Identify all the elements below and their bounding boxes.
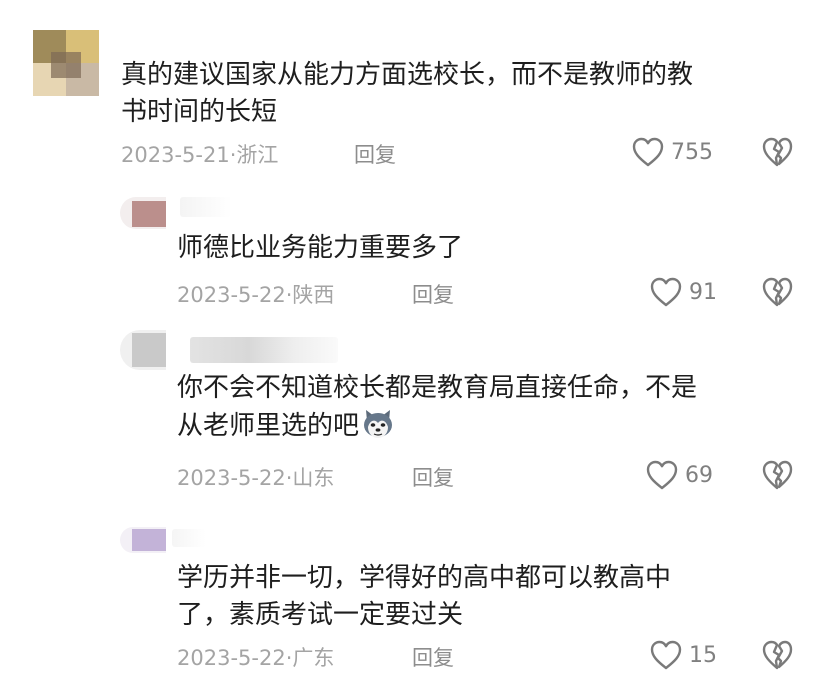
heart-outline-icon (631, 136, 665, 168)
broken-heart-icon (761, 459, 793, 491)
comment-text-line: 师德比业务能力重要多了 (177, 233, 464, 263)
dislike-button[interactable] (761, 459, 793, 491)
reply-button[interactable]: 回复 (354, 139, 396, 169)
heart-outline-icon (645, 459, 679, 491)
comment-location: 浙江 (236, 143, 279, 167)
avatar[interactable] (120, 527, 166, 553)
broken-heart-icon (761, 136, 793, 168)
comment-meta: 2023-5-22·广东 (177, 642, 334, 672)
username-redacted[interactable] (180, 197, 232, 217)
comment-text: 真的建议国家从能力方面选校长，而不是教师的教 书时间的长短 (121, 57, 693, 131)
comment-text-line: 从老师里选的吧 (177, 411, 360, 441)
like-button[interactable]: 15 (649, 639, 717, 671)
like-button[interactable]: 755 (631, 136, 713, 168)
husky-dog-emoji (361, 407, 395, 441)
comment-text: 你不会不知道校长都是教育局直接任命，不是 从老师里选的吧 (177, 370, 697, 445)
comment-meta: 2023-5-21·浙江 (121, 139, 278, 169)
like-count: 91 (689, 279, 717, 305)
comment-2: 师德比业务能力重要多了 2023-5-22·陕西 回复 91 (0, 185, 827, 325)
comment-location: 山东 (292, 466, 335, 490)
like-count: 755 (671, 139, 713, 165)
comment-text-line: 你不会不知道校长都是教育局直接任命，不是 (177, 373, 698, 403)
broken-heart-icon (761, 276, 793, 308)
comment-4: 学历并非一切，学得好的高中都可以教高中 了，素质考试一定要过关 2023-5-2… (0, 505, 827, 683)
heart-outline-icon (649, 276, 683, 308)
like-button[interactable]: 91 (649, 276, 717, 308)
username-redacted[interactable] (172, 529, 206, 547)
comment-location: 广东 (292, 646, 335, 670)
comment-meta: 2023-5-22·山东 (177, 462, 334, 492)
comment-date: 2023-5-22 (177, 283, 286, 307)
comment-1: 真的建议国家从能力方面选校长，而不是教师的教 书时间的长短 2023-5-21·… (0, 0, 827, 185)
heart-outline-icon (649, 639, 683, 671)
like-count: 15 (689, 642, 717, 668)
avatar[interactable] (120, 330, 166, 370)
comment-meta: 2023-5-22·陕西 (177, 279, 334, 309)
comment-text: 学历并非一切，学得好的高中都可以教高中 了，素质考试一定要过关 (177, 560, 671, 634)
comment-date: 2023-5-21 (121, 143, 230, 167)
comment-date: 2023-5-22 (177, 466, 286, 490)
comment-date: 2023-5-22 (177, 646, 286, 670)
dislike-button[interactable] (761, 639, 793, 671)
reply-button[interactable]: 回复 (412, 279, 454, 309)
comment-text-line: 真的建议国家从能力方面选校长，而不是教师的教 (121, 60, 694, 90)
reply-button[interactable]: 回复 (412, 642, 454, 672)
like-button[interactable]: 69 (645, 459, 713, 491)
comment-text-line: 学历并非一切，学得好的高中都可以教高中 (177, 563, 672, 593)
dislike-button[interactable] (761, 136, 793, 168)
reply-button[interactable]: 回复 (412, 462, 454, 492)
comment-3: 你不会不知道校长都是教育局直接任命，不是 从老师里选的吧 2023-5-22·山… (0, 325, 827, 505)
avatar[interactable] (120, 197, 166, 229)
like-count: 69 (685, 462, 713, 488)
comment-text-line: 了，素质考试一定要过关 (177, 600, 464, 630)
comment-location: 陕西 (292, 283, 335, 307)
avatar[interactable] (33, 30, 99, 96)
comment-text: 师德比业务能力重要多了 (177, 230, 463, 267)
dislike-button[interactable] (761, 276, 793, 308)
username-redacted[interactable] (190, 337, 338, 363)
broken-heart-icon (761, 639, 793, 671)
comment-text-line: 书时间的长短 (121, 97, 278, 127)
